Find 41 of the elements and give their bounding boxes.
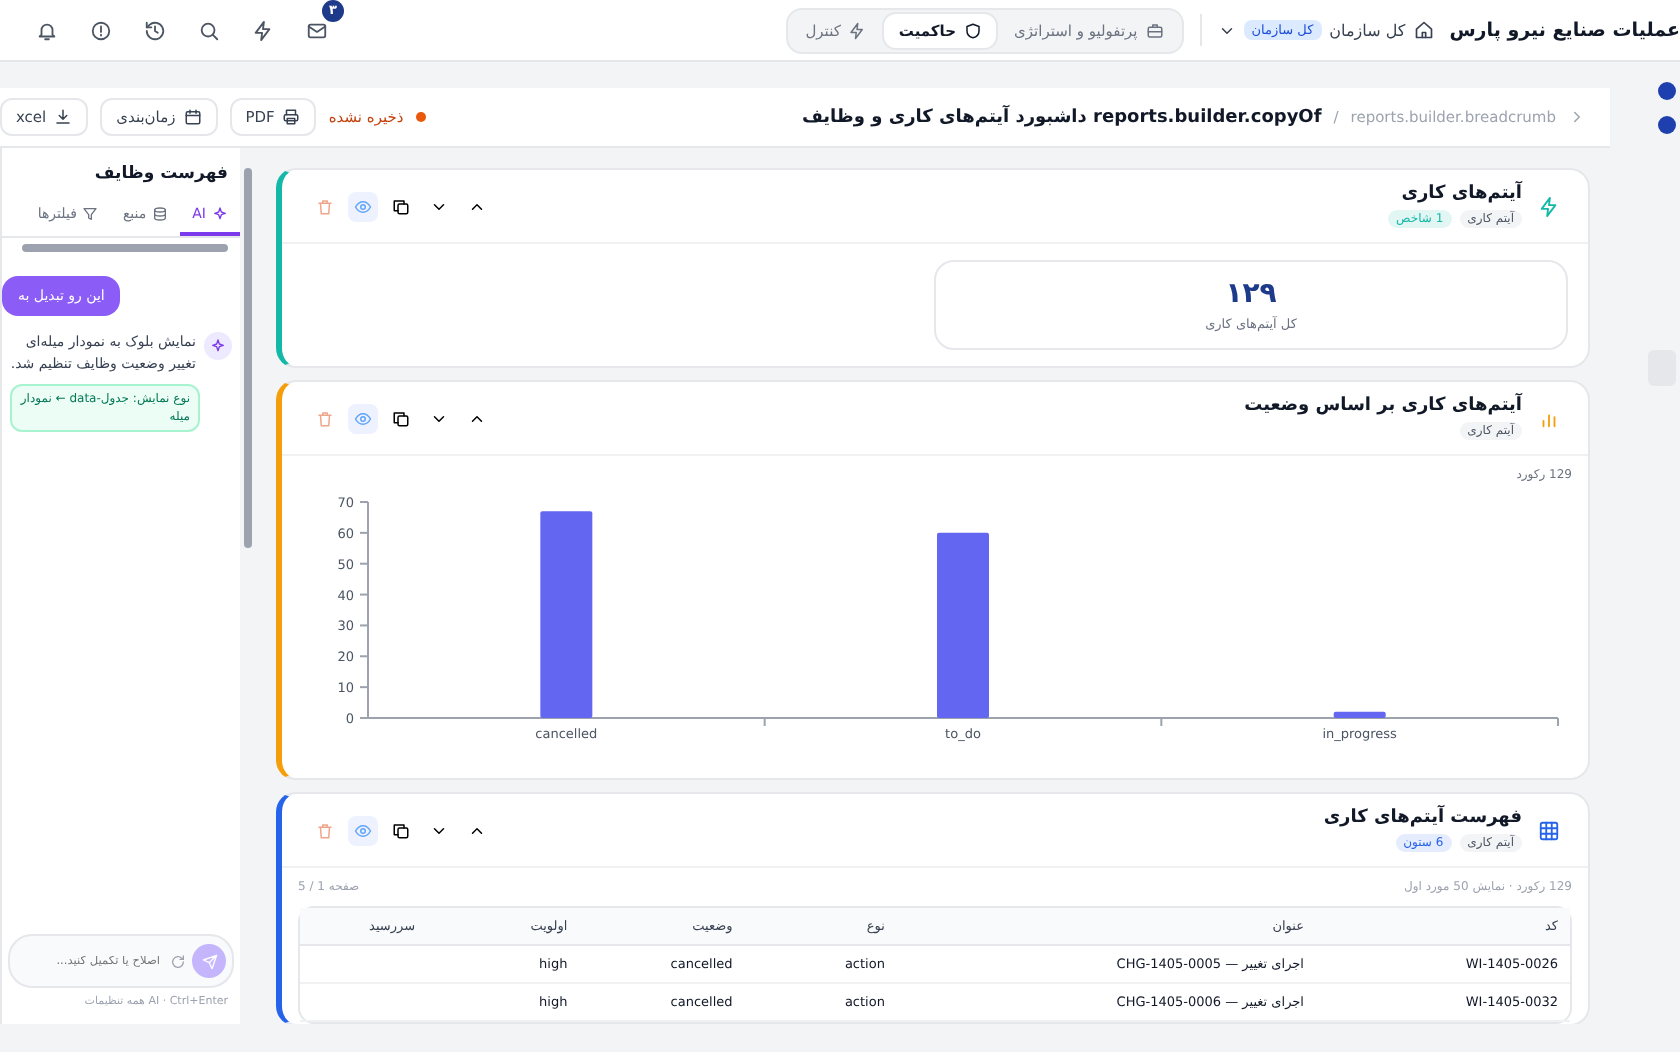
unsaved-dot-icon xyxy=(415,112,426,122)
eye-icon xyxy=(354,409,372,427)
alert-icon xyxy=(90,19,112,41)
grid-icon xyxy=(1538,819,1560,841)
refresh-icon xyxy=(170,953,186,969)
stat-value: ۱۲۹ xyxy=(1225,278,1277,310)
history-icon xyxy=(144,19,166,41)
scope-label: کل سازمان xyxy=(1329,21,1406,39)
trash-icon xyxy=(316,821,334,839)
horizontal-scrollbar[interactable] xyxy=(22,244,228,252)
organization-title: عملیات صنایع نیرو پارس xyxy=(1449,19,1680,41)
database-icon xyxy=(152,206,169,222)
search-icon xyxy=(198,19,220,41)
bolt-icon xyxy=(848,21,867,39)
mail-icon xyxy=(306,19,328,41)
copy-icon xyxy=(392,409,410,427)
panel-title: فهرست وظایف xyxy=(92,162,230,188)
briefcase-icon xyxy=(1145,21,1164,39)
copy-icon xyxy=(392,197,410,215)
page-title: reports.builder.copyOf داشبورد آیتم‌های کاری و وظایف xyxy=(801,107,1322,127)
home-icon xyxy=(1413,20,1434,40)
filter-icon xyxy=(82,206,99,222)
sparkle-icon xyxy=(212,206,228,222)
trash-icon xyxy=(316,197,334,215)
send-icon xyxy=(201,953,217,969)
chevron-right-icon xyxy=(1568,108,1586,126)
card-title: آیتم‌های کاری xyxy=(1399,184,1522,204)
calendar-icon xyxy=(183,108,202,126)
bolt-icon xyxy=(1538,195,1560,217)
eye-icon xyxy=(354,197,372,215)
sparkle-icon xyxy=(210,338,226,354)
card-title: آیتم‌های کاری بر اساس وضعیت xyxy=(1244,396,1522,416)
eye-icon xyxy=(354,821,372,839)
bell-icon xyxy=(36,19,58,41)
bolt-icon xyxy=(252,19,274,41)
card-title: فهرست آیتم‌های کاری xyxy=(1323,808,1522,828)
printer-icon xyxy=(282,108,301,126)
copy-icon xyxy=(392,821,410,839)
trash-icon xyxy=(316,409,334,427)
download-icon xyxy=(54,108,73,126)
shield-icon xyxy=(964,21,983,39)
